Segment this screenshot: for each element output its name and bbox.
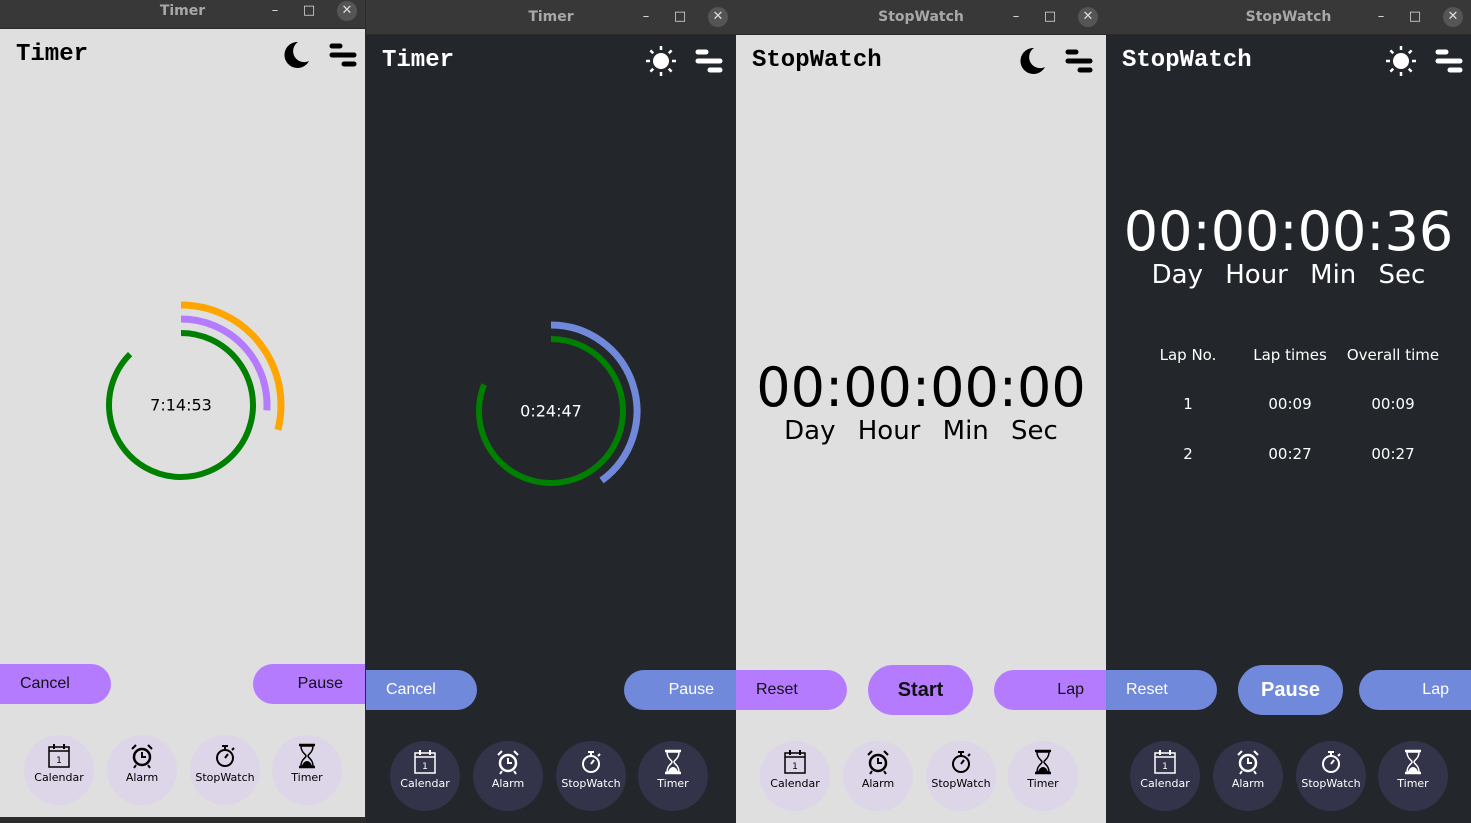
maximize-icon[interactable]: □ <box>1405 7 1425 27</box>
lap-cell: 2 <box>1183 445 1193 463</box>
lap-cell: 00:09 <box>1371 395 1415 413</box>
moon-icon[interactable] <box>1014 44 1048 78</box>
window-stopwatch-dark: StopWatch – □ ✕ StopWatch 00:00:00:36 Da… <box>1106 0 1471 823</box>
svg-text:1: 1 <box>56 756 62 766</box>
pause-button[interactable]: Pause <box>1238 665 1343 715</box>
nav-stopwatch[interactable]: StopWatch <box>926 741 996 811</box>
lap-cell: 00:09 <box>1268 395 1312 413</box>
hourglass-icon <box>1378 749 1448 775</box>
nav-label: Alarm <box>125 771 159 784</box>
cancel-button[interactable]: Cancel <box>366 670 477 710</box>
nav-alarm[interactable]: Alarm <box>843 741 913 811</box>
stopwatch-icon <box>190 743 260 769</box>
nav-stopwatch[interactable]: StopWatch <box>1296 741 1366 811</box>
timer-rings <box>476 321 641 486</box>
nav-timer[interactable]: Timer <box>272 735 342 805</box>
nav-timer[interactable]: Timer <box>1378 741 1448 811</box>
nav-timer[interactable]: Timer <box>1008 741 1078 811</box>
maximize-icon[interactable]: □ <box>1040 7 1060 27</box>
pause-button[interactable]: Pause <box>624 670 736 710</box>
nav-alarm[interactable]: Alarm <box>473 741 543 811</box>
nav-label: Alarm <box>1231 777 1265 790</box>
nav-label: Timer <box>291 771 323 784</box>
pause-button[interactable]: Pause <box>253 664 365 704</box>
nav-timer[interactable]: Timer <box>638 741 708 811</box>
nav-calendar[interactable]: 1 Calendar <box>24 735 94 805</box>
window-timer-light: Timer – □ ✕ Timer 7:14:53 Cancel Pause 1 Cal… <box>0 0 365 817</box>
nav-label: Calendar <box>34 771 84 784</box>
stopwatch-icon <box>1296 749 1366 775</box>
minimize-icon[interactable]: – <box>1371 7 1391 27</box>
nav-label: StopWatch <box>931 777 991 790</box>
nav-label: Alarm <box>861 777 895 790</box>
lap-button[interactable]: Lap <box>1359 670 1471 710</box>
title-bar: StopWatch – □ ✕ <box>1106 0 1471 35</box>
title-bar: StopWatch – □ ✕ <box>736 0 1106 35</box>
lap-column-header: Overall time <box>1346 346 1440 364</box>
timer-rings <box>106 301 285 480</box>
nav-label: Calendar <box>1140 777 1190 790</box>
calendar-icon: 1 <box>1130 749 1200 775</box>
time-unit-labels: Day Hour Min Sec <box>784 416 1058 446</box>
nav-label: Timer <box>1397 777 1429 790</box>
lap-column-header: Lap No. <box>1159 346 1217 364</box>
nav-alarm[interactable]: Alarm <box>1213 741 1283 811</box>
time-unit-labels: Day Hour Min Sec <box>1151 260 1426 290</box>
reset-button[interactable]: Reset <box>736 670 847 710</box>
lap-cell: 00:27 <box>1371 445 1415 463</box>
nav-alarm[interactable]: Alarm <box>107 735 177 805</box>
close-icon[interactable]: ✕ <box>1078 7 1098 27</box>
stopwatch-time: 00:00:00:36 <box>1123 200 1454 263</box>
nav-stopwatch[interactable]: StopWatch <box>190 735 260 805</box>
alarm-icon <box>473 749 543 775</box>
stopwatch-time: 00:00:00:00 <box>756 356 1086 419</box>
window-stopwatch-light: StopWatch – □ ✕ StopWatch 00:00:00:00 Da… <box>736 0 1106 823</box>
svg-text:1: 1 <box>422 762 428 772</box>
hourglass-icon <box>1008 749 1078 775</box>
cancel-button[interactable]: Cancel <box>0 664 111 704</box>
nav-label: StopWatch <box>561 777 621 790</box>
nav-calendar[interactable]: 1 Calendar <box>390 741 460 811</box>
nav-label: Alarm <box>491 777 525 790</box>
page-title: StopWatch <box>1122 47 1252 74</box>
svg-text:1: 1 <box>792 762 798 772</box>
nav-label: Calendar <box>400 777 450 790</box>
lap-button[interactable]: Lap <box>994 670 1106 710</box>
sun-icon[interactable] <box>1384 44 1418 78</box>
page-title: StopWatch <box>752 47 882 74</box>
nav-label: StopWatch <box>195 771 255 784</box>
nav-stopwatch[interactable]: StopWatch <box>556 741 626 811</box>
timer-remaining: 7:14:53 <box>150 395 212 415</box>
start-button[interactable]: Start <box>868 665 973 715</box>
timer-remaining: 0:24:47 <box>520 401 582 421</box>
calendar-icon: 1 <box>24 743 94 769</box>
nav-calendar[interactable]: 1 Calendar <box>1130 741 1200 811</box>
nav-label: Calendar <box>770 777 820 790</box>
menu-icon[interactable] <box>1430 44 1464 78</box>
reset-button[interactable]: Reset <box>1106 670 1217 710</box>
hourglass-icon <box>638 749 708 775</box>
calendar-icon: 1 <box>760 749 830 775</box>
alarm-icon <box>1213 749 1283 775</box>
alarm-icon <box>107 743 177 769</box>
lap-cell: 00:27 <box>1268 445 1312 463</box>
lap-cell: 1 <box>1183 395 1193 413</box>
window-timer-dark: Timer – □ ✕ Timer 0:24:47 Cancel Pause 1 Cal… <box>366 0 736 823</box>
nav-label: Timer <box>657 777 689 790</box>
lap-column-header: Lap times <box>1253 346 1327 364</box>
stopwatch-icon <box>926 749 996 775</box>
nav-label: Timer <box>1027 777 1059 790</box>
menu-icon[interactable] <box>1060 44 1094 78</box>
close-icon[interactable]: ✕ <box>1443 7 1463 27</box>
stopwatch-icon <box>556 749 626 775</box>
minimize-icon[interactable]: – <box>1006 7 1026 27</box>
calendar-icon: 1 <box>390 749 460 775</box>
nav-label: StopWatch <box>1301 777 1361 790</box>
svg-text:1: 1 <box>1162 762 1168 772</box>
hourglass-icon <box>272 743 342 769</box>
alarm-icon <box>843 749 913 775</box>
nav-calendar[interactable]: 1 Calendar <box>760 741 830 811</box>
